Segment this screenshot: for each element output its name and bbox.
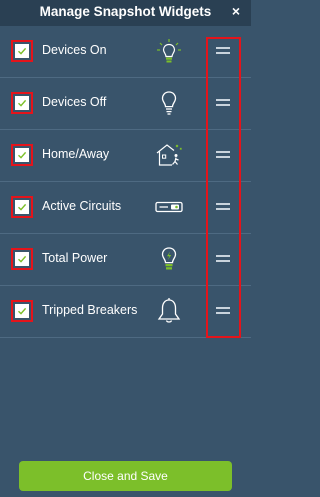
drag-handle-icon[interactable] (216, 151, 230, 159)
checkbox-devices-off[interactable] (15, 96, 29, 110)
widget-row-total-power: Total Power (0, 234, 251, 286)
checkbox-home-away[interactable] (15, 148, 29, 162)
page-title: Manage Snapshot Widgets (39, 4, 212, 19)
bell-icon (157, 298, 181, 323)
widget-row-active-circuits: Active Circuits (0, 182, 251, 234)
lightbulb-power-icon (161, 247, 177, 270)
widget-label: Tripped Breakers (42, 303, 138, 317)
checkmark-icon (18, 47, 27, 55)
checkbox-highlight (11, 144, 33, 166)
circuit-breaker-icon (155, 201, 183, 213)
checkmark-icon (18, 255, 27, 263)
widget-row-home-away: Home/Away (0, 130, 251, 182)
lightbulb-off-icon (161, 91, 177, 115)
lightbulb-on-icon (157, 39, 181, 63)
drag-handle-icon[interactable] (216, 255, 230, 263)
checkbox-tripped-breakers[interactable] (15, 304, 29, 318)
checkbox-highlight (11, 92, 33, 114)
header-bar: Manage Snapshot Widgets × (0, 0, 251, 26)
drag-handle-icon[interactable] (216, 307, 230, 315)
widget-label: Devices On (42, 43, 107, 57)
checkbox-devices-on[interactable] (15, 44, 29, 58)
manage-snapshot-widgets-screen: Manage Snapshot Widgets × Devices On Dev… (0, 0, 251, 497)
drag-handle-icon[interactable] (216, 203, 230, 211)
widget-row-devices-off: Devices Off (0, 78, 251, 130)
widget-label: Home/Away (42, 147, 110, 161)
checkmark-icon (18, 203, 27, 211)
widget-label: Active Circuits (42, 199, 122, 213)
checkbox-highlight (11, 300, 33, 322)
checkbox-highlight (11, 40, 33, 62)
checkmark-icon (18, 99, 27, 107)
checkbox-highlight (11, 248, 33, 270)
widget-label: Devices Off (42, 95, 107, 109)
row-divider (0, 337, 251, 338)
widget-label: Total Power (42, 251, 108, 265)
checkmark-icon (18, 151, 27, 159)
checkbox-active-circuits[interactable] (15, 200, 29, 214)
close-icon[interactable]: × (228, 3, 244, 19)
widget-row-devices-on: Devices On (0, 26, 251, 78)
drag-handle-icon[interactable] (216, 99, 230, 107)
drag-handle-icon[interactable] (216, 47, 230, 55)
checkmark-icon (18, 307, 27, 315)
widget-row-tripped-breakers: Tripped Breakers (0, 286, 251, 338)
checkbox-total-power[interactable] (15, 252, 29, 266)
close-and-save-button[interactable]: Close and Save (19, 461, 232, 491)
home-away-icon (156, 144, 182, 166)
checkbox-highlight (11, 196, 33, 218)
